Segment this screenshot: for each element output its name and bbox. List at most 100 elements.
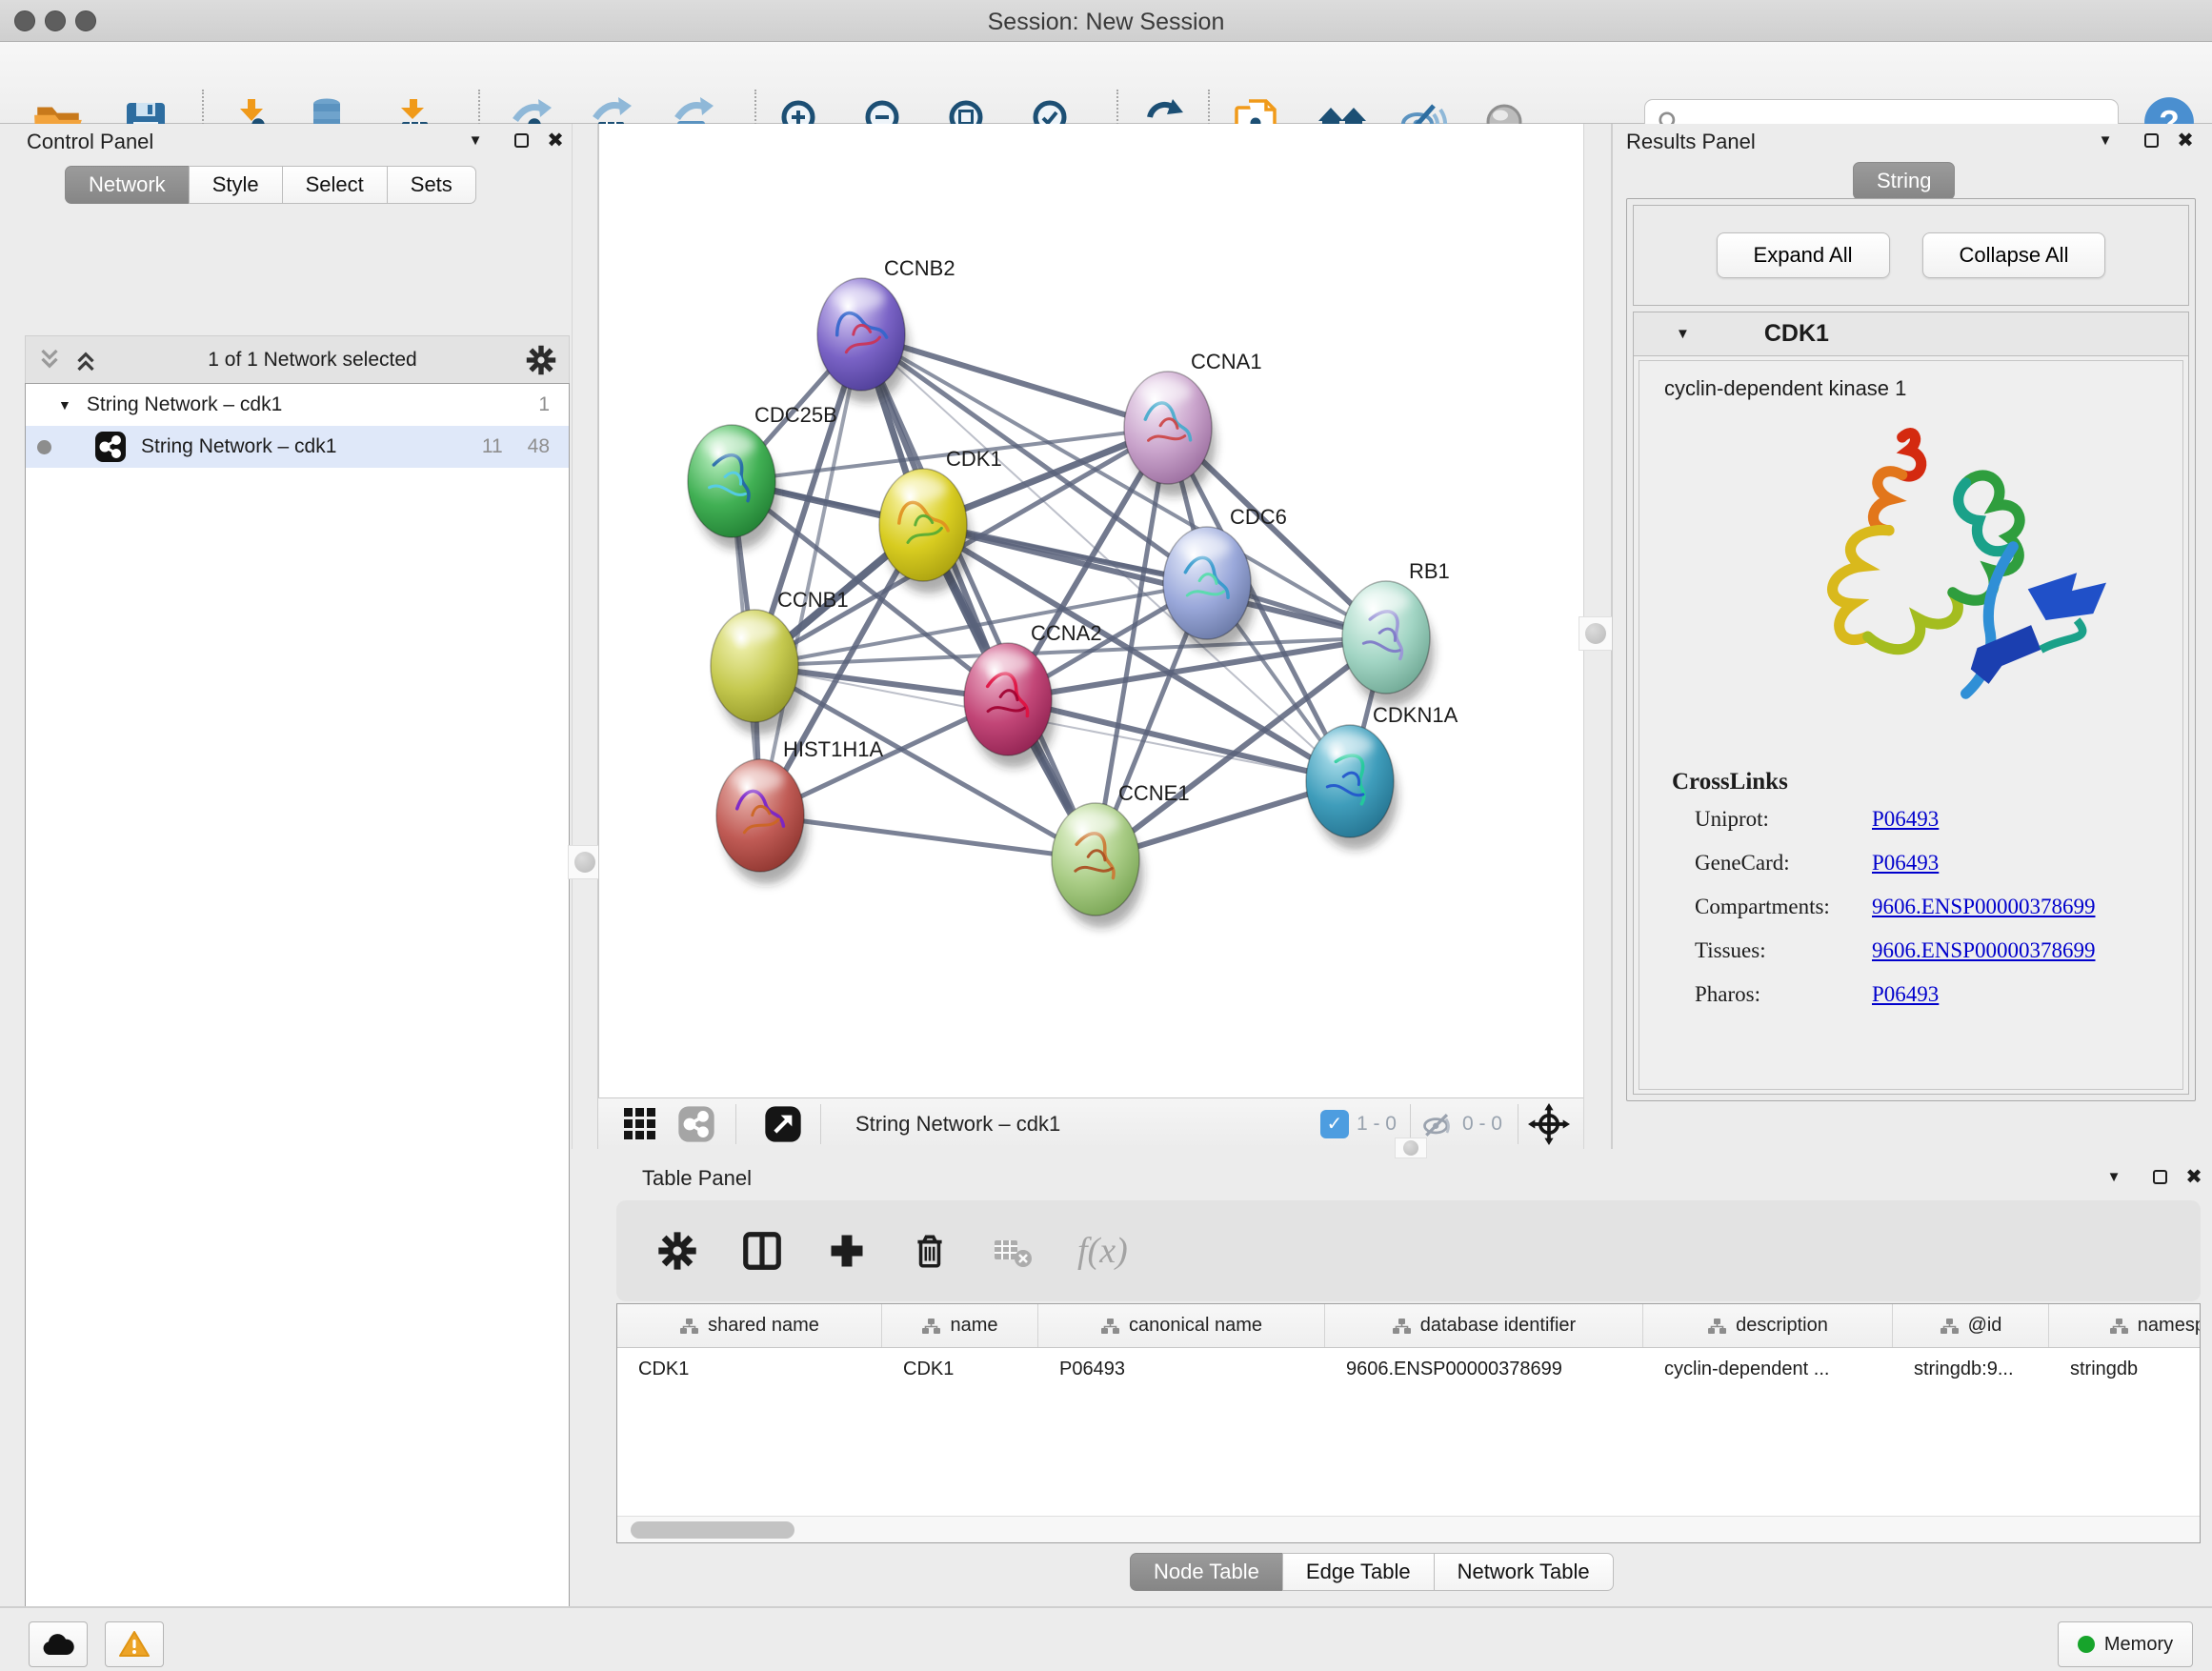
network-canvas[interactable]: CCNB2CCNA1CDC25BCDK1CDC6RB1CCNB1CCNA2CDK… <box>598 124 1583 1097</box>
column-header--id[interactable]: @id <box>1893 1304 2049 1347</box>
table-cell[interactable]: stringdb:9... <box>1893 1359 2049 1380</box>
node-label: CCNB1 <box>777 588 849 612</box>
show-columns-icon[interactable] <box>740 1229 784 1273</box>
network-node-CDKN1A[interactable]: CDKN1A <box>1306 703 1458 850</box>
network-node-CDC6[interactable]: CDC6 <box>1163 505 1287 652</box>
tab-select[interactable]: Select <box>282 166 387 204</box>
network-node-CCNA1[interactable]: CCNA1 <box>1124 350 1262 496</box>
column-header-database-identifier[interactable]: database identifier <box>1325 1304 1643 1347</box>
network-row-selected[interactable]: String Network – cdk1 11 48 <box>26 426 569 468</box>
tab-network[interactable]: Network <box>65 166 189 204</box>
gene-description: cyclin-dependent kinase 1 <box>1664 376 2182 401</box>
node-label: HIST1H1A <box>783 737 883 761</box>
selected-counts: 1 - 0 <box>1357 1113 1397 1136</box>
toolbar-separator <box>735 1104 736 1144</box>
tab-node-table[interactable]: Node Table <box>1130 1553 1282 1591</box>
collapse-all-button[interactable]: Collapse All <box>1922 232 2106 278</box>
column-header-namespace[interactable]: namespace <box>2049 1304 2201 1347</box>
control-panel-float-button[interactable] <box>505 124 537 156</box>
crosslink-label: GeneCard: <box>1695 851 1872 876</box>
network-node-RB1[interactable]: RB1 <box>1342 559 1450 706</box>
crosslink-label: Pharos: <box>1695 982 1872 1007</box>
selected-checkbox-icon[interactable]: ✓ <box>1320 1110 1349 1138</box>
crosslink-value-link[interactable]: 9606.ENSP00000378699 <box>1872 895 2096 919</box>
horizontal-splitter-grip[interactable] <box>1395 1137 1427 1158</box>
network-view-toolbar: String Network – cdk1 ✓ 1 - 0 0 - 0 <box>598 1097 1583 1149</box>
column-type-icon <box>1707 1318 1726 1335</box>
memory-button[interactable]: Memory <box>2058 1621 2193 1667</box>
tab-string[interactable]: String <box>1853 162 1955 200</box>
table-options-gear-icon[interactable] <box>656 1230 698 1272</box>
control-panel-close-button[interactable]: ✖ <box>539 124 572 156</box>
expand-all-button[interactable]: Expand All <box>1717 232 1890 278</box>
right-splitter[interactable] <box>1583 124 1612 1149</box>
table-cell[interactable]: CDK1 <box>617 1359 882 1380</box>
add-column-icon[interactable] <box>826 1230 868 1272</box>
results-panel-menu-button[interactable]: ▼ <box>2089 124 2122 156</box>
table-cell[interactable]: CDK1 <box>882 1359 1038 1380</box>
network-node-CCNB2[interactable]: CCNB2 <box>817 256 955 403</box>
table-panel-menu-button[interactable]: ▼ <box>2098 1160 2130 1193</box>
column-header-name[interactable]: name <box>882 1304 1038 1347</box>
control-panel: Control Panel ▼ ✖ NetworkStyleSelectSets… <box>0 124 572 1586</box>
crosslink-value-link[interactable]: P06493 <box>1872 851 1939 876</box>
selection-summary: 1 of 1 Network selected <box>100 349 525 372</box>
right-splitter-grip[interactable] <box>1579 616 1613 651</box>
crosslink-value-link[interactable]: P06493 <box>1872 807 1939 832</box>
left-splitter-grip[interactable] <box>568 845 602 879</box>
warnings-button[interactable] <box>105 1621 164 1667</box>
string-results-box: Expand All Collapse All ▼ CDK1 cyclin-de… <box>1626 198 2196 1101</box>
column-header-shared-name[interactable]: shared name <box>617 1304 882 1347</box>
hidden-counts: 0 - 0 <box>1462 1113 1502 1136</box>
scrollbar-thumb[interactable] <box>631 1521 794 1539</box>
crosslinks-section: CrossLinks Uniprot:P06493GeneCard:P06493… <box>1672 769 2096 1026</box>
delete-column-trash-icon[interactable] <box>910 1231 950 1271</box>
tab-style[interactable]: Style <box>189 166 282 204</box>
warning-icon <box>118 1630 151 1659</box>
control-panel-menu-button[interactable]: ▼ <box>459 124 492 156</box>
open-in-window-icon[interactable] <box>763 1104 803 1144</box>
tab-edge-table[interactable]: Edge Table <box>1282 1553 1434 1591</box>
column-header-label: shared name <box>708 1315 819 1337</box>
network-edge[interactable] <box>760 815 1096 859</box>
horizontal-splitter[interactable] <box>598 1149 2212 1160</box>
node-table: shared name namecanonical namedatabase id… <box>616 1303 2201 1543</box>
string-view-icon[interactable] <box>676 1104 716 1144</box>
table-panel-close-button[interactable]: ✖ <box>2178 1160 2210 1193</box>
column-type-icon <box>1392 1318 1411 1335</box>
edge-count: 48 <box>528 435 550 458</box>
tab-sets[interactable]: Sets <box>387 166 476 204</box>
gene-expander-icon[interactable]: ▼ <box>1676 326 1690 342</box>
tree-expander-icon[interactable]: ▼ <box>58 397 71 413</box>
network-options-gear-icon[interactable] <box>525 344 557 376</box>
crosslink-value-link[interactable]: 9606.ENSP00000378699 <box>1872 938 2096 963</box>
table-panel-float-button[interactable] <box>2143 1160 2176 1193</box>
tab-network-table[interactable]: Network Table <box>1434 1553 1614 1591</box>
column-header-label: @id <box>1968 1315 2002 1337</box>
table-cell[interactable]: stringdb <box>2049 1359 2201 1380</box>
results-panel-float-button[interactable] <box>2135 124 2167 156</box>
table-cell[interactable]: P06493 <box>1038 1359 1325 1380</box>
column-header-canonical-name[interactable]: canonical name <box>1038 1304 1325 1347</box>
column-type-icon <box>2109 1318 2128 1335</box>
cloud-button[interactable] <box>29 1621 88 1667</box>
table-cell[interactable]: cyclin-dependent ... <box>1643 1359 1893 1380</box>
column-header-description[interactable]: description <box>1643 1304 1893 1347</box>
network-edge[interactable] <box>861 334 1096 859</box>
results-panel-close-button[interactable]: ✖ <box>2169 124 2202 156</box>
table-cell[interactable]: 9606.ENSP00000378699 <box>1325 1359 1643 1380</box>
gene-section-header[interactable]: ▼ CDK1 <box>1634 312 2188 356</box>
network-node-HIST1H1A[interactable]: HIST1H1A <box>716 737 883 884</box>
left-splitter[interactable] <box>572 124 598 1149</box>
table-row[interactable]: CDK1CDK1P064939606.ENSP00000378699cyclin… <box>617 1348 2200 1390</box>
collapse-all-chevron-icon[interactable] <box>35 346 64 374</box>
network-collection-row[interactable]: ▼ String Network – cdk1 1 <box>26 384 569 426</box>
crosslink-row: Uniprot:P06493 <box>1695 807 2096 832</box>
fit-content-crosshair-icon[interactable] <box>1528 1103 1570 1145</box>
horizontal-scrollbar[interactable] <box>617 1516 2200 1542</box>
hidden-eye-slash-icon[interactable] <box>1420 1107 1455 1141</box>
expand-all-chevron-icon[interactable] <box>71 346 100 374</box>
crosslink-value-link[interactable]: P06493 <box>1872 982 1939 1007</box>
network-node-CDK1[interactable]: CDK1 <box>879 447 1002 594</box>
grid-view-icon[interactable] <box>621 1105 659 1143</box>
